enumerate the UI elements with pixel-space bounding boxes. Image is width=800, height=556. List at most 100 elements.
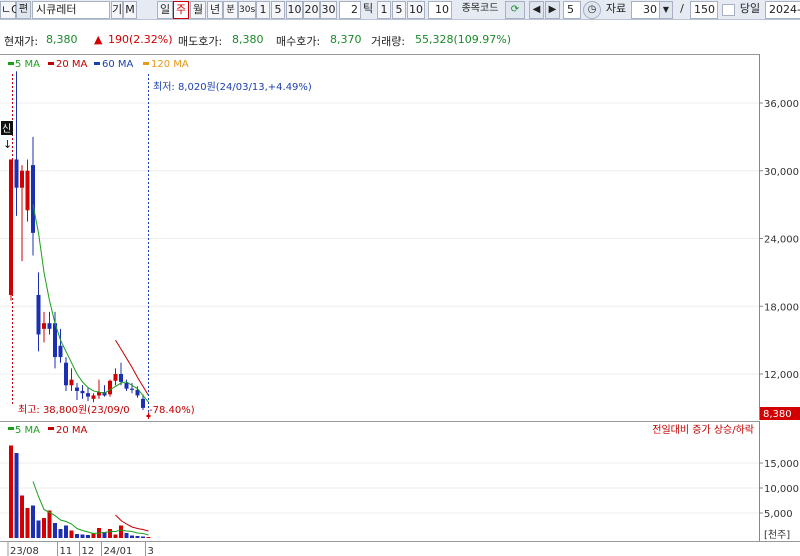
time-axis-label: 24/01 [104, 546, 133, 556]
volume-bar[interactable] [113, 534, 118, 539]
candle-body[interactable] [58, 345, 63, 358]
volume-bar[interactable] [20, 495, 24, 539]
volume-bar[interactable] [119, 525, 123, 539]
candle-body[interactable] [124, 383, 129, 389]
total-count-input[interactable]: 150 [690, 1, 718, 19]
high-change: -78.40%) [149, 405, 195, 416]
candle-body[interactable] [91, 395, 96, 399]
volume-bar[interactable] [36, 520, 41, 539]
step-input[interactable]: 5 [563, 1, 581, 19]
stock-name-input[interactable]: 시큐레터 [32, 1, 110, 19]
candle-body[interactable] [86, 393, 90, 397]
volume-bar[interactable] [58, 529, 63, 538]
volume-bar[interactable] [80, 534, 85, 539]
m-button[interactable]: M [123, 1, 137, 19]
candle-body[interactable] [75, 387, 79, 391]
volume-bar[interactable] [146, 537, 151, 538]
volume-bar[interactable] [53, 523, 57, 538]
candle-body[interactable] [113, 374, 118, 381]
high-annotation: 최고: 38,800원(23/09/0 [18, 404, 130, 416]
price-tick-label: 18,000 [764, 302, 799, 313]
candle-body[interactable] [25, 170, 30, 211]
data-label: 자료 [605, 2, 627, 15]
date-input[interactable]: 2024-0 [765, 1, 800, 19]
tick-10-button[interactable]: 10 [407, 1, 425, 19]
vol-legend-ma5-label: 5 MA [15, 425, 40, 436]
volume-tick-label: 10,000 [764, 484, 799, 495]
volume-bar[interactable] [64, 525, 68, 539]
gi-button[interactable]: 기 [111, 1, 123, 19]
volume-bar[interactable] [14, 453, 19, 538]
volume-chart-panel[interactable]: 15,000 10,000 5,000 5 MA 20 MA 전일대비 증가 상승/… [0, 421, 800, 541]
period-year-button[interactable]: 년 [207, 1, 223, 19]
volume-bar[interactable] [69, 530, 74, 539]
candle-body[interactable] [47, 323, 52, 329]
volume-bar[interactable] [124, 533, 129, 538]
volume-bar[interactable] [42, 518, 46, 538]
volume-bar[interactable] [75, 534, 79, 538]
volume-bar[interactable] [91, 533, 96, 539]
candle-body[interactable] [69, 379, 74, 386]
same-day-checkbox[interactable] [722, 4, 735, 16]
candle-body[interactable] [14, 159, 19, 188]
period-min-button[interactable]: 분 [223, 1, 238, 19]
candle-body[interactable] [36, 294, 41, 335]
period-month-button[interactable]: 월 [190, 1, 206, 19]
candle-body[interactable] [80, 390, 85, 394]
candle-body[interactable] [130, 388, 134, 390]
min-10-button[interactable]: 10 [286, 1, 303, 19]
candle-body[interactable] [20, 170, 24, 188]
low-annotation: 최저: 8,020원(24/03/13,+4.49%) [153, 81, 312, 93]
candle-body[interactable] [141, 398, 145, 408]
volume-bar[interactable] [47, 510, 52, 539]
period-week-button[interactable]: 주 [173, 1, 189, 19]
tick-count-input[interactable]: 2 [339, 1, 361, 19]
period-30s-button[interactable]: 30s [238, 1, 256, 19]
time-axis: 23/08 11 12 24/01 3 [0, 541, 800, 556]
bid-price-label: 매수호가: [276, 35, 321, 48]
edit-mode-button[interactable]: 편 [16, 1, 31, 19]
volume-bar[interactable] [86, 535, 90, 538]
candle-body[interactable] [31, 165, 35, 233]
legend-ma60-swatch [94, 62, 100, 65]
volume-bar[interactable] [135, 536, 140, 538]
legend-ma20-swatch [48, 62, 54, 65]
tick-1-button[interactable]: 1 [377, 1, 391, 19]
same-day-label: 당일 [739, 2, 761, 15]
tick-label: 틱 [362, 2, 374, 15]
min-5-button[interactable]: 5 [271, 1, 285, 19]
prev-arrow-icon[interactable]: ◀ [529, 1, 544, 19]
price-chart-canvas[interactable]: 36,000 30,000 24,000 18,000 12,000 5 MA 20 M… [0, 54, 800, 420]
current-price-tag-label: 8,380 [763, 409, 792, 420]
min-1-button[interactable]: 1 [256, 1, 270, 19]
volume-bar[interactable] [130, 535, 134, 539]
candle-body[interactable] [108, 380, 112, 395]
candle-body[interactable] [42, 323, 46, 329]
refresh-icon[interactable]: ⟳ [505, 1, 525, 19]
volume-bar[interactable] [25, 508, 30, 538]
min-30-button[interactable]: 30 [320, 1, 337, 19]
legend-ma120-swatch [143, 62, 149, 65]
tick-custom-input[interactable]: 10 [428, 1, 452, 19]
volume-chart-canvas[interactable]: 15,000 10,000 5,000 5 MA 20 MA 전일대비 증가 상승/… [0, 421, 800, 541]
price-chart-panel[interactable]: 36,000 30,000 24,000 18,000 12,000 5 MA 20 M… [0, 54, 800, 420]
volume-bar[interactable] [9, 445, 13, 539]
code-prefix-button[interactable]: ㄴQ [0, 1, 20, 19]
volume-bar[interactable] [31, 505, 35, 539]
slash-label: / [680, 2, 684, 15]
volume-bar[interactable] [108, 529, 112, 538]
chevron-down-icon[interactable]: ▼ [659, 1, 673, 19]
tick-5-button[interactable]: 5 [392, 1, 406, 19]
volume-label: 거래량: [371, 35, 406, 48]
next-arrow-icon[interactable]: ▶ [545, 1, 560, 19]
candle-body[interactable] [64, 362, 68, 386]
period-day-button[interactable]: 일 [157, 1, 173, 19]
up-triangle-icon: ▲ [94, 33, 103, 46]
volume-value: 55,328(109.97%) [415, 33, 512, 46]
min-20-button[interactable]: 20 [303, 1, 320, 19]
candle-body[interactable] [119, 374, 123, 382]
clock-icon[interactable]: ◷ [583, 1, 601, 19]
volume-bar[interactable] [141, 536, 145, 539]
legend-ma5-swatch [8, 62, 14, 65]
time-axis-label: 3 [148, 546, 154, 556]
